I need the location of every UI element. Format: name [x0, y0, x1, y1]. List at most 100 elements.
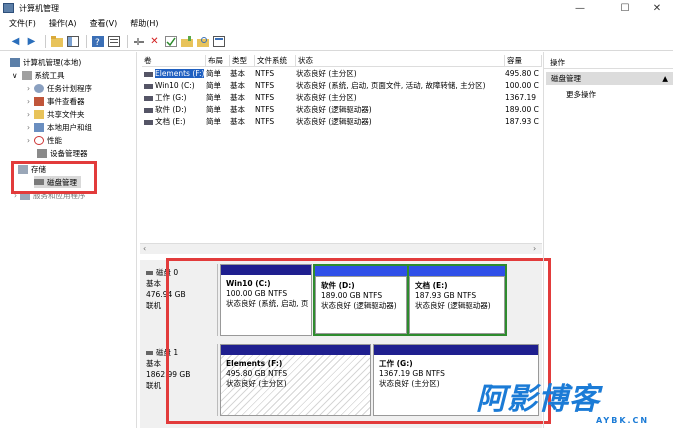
event-viewer-icon — [34, 96, 44, 106]
volume-cell-layout: 简单 — [206, 93, 221, 102]
highlight-disk-management — [11, 161, 97, 194]
collapse-up-icon[interactable]: ▲ — [662, 72, 668, 85]
volume-icon — [144, 119, 153, 125]
actions-pane: 操作 磁盘管理▲ 更多操作▶ — [543, 52, 673, 428]
volume-cell-capacity: 1367.19 — [505, 93, 537, 102]
volume-cell-name: 文档 (E:) — [144, 116, 206, 128]
toolbar: ◀ ▶ ? ✕ — [0, 33, 673, 51]
volume-cell-name: 软件 (D:) — [144, 104, 206, 116]
volume-cell-name: Win10 (C:) — [144, 80, 206, 92]
view-icon[interactable] — [212, 35, 225, 48]
volume-cell-name: Elements (F:) — [144, 68, 206, 80]
clock-icon — [34, 83, 44, 93]
volume-row[interactable]: Elements (F:) 简单 基本 NTFS 状态良好 (主分区) 495.80 C — [140, 68, 542, 80]
volume-row[interactable]: 文档 (E:) 简单 基本 NTFS 状态良好 (逻辑驱动器) 187.93 C — [140, 116, 542, 128]
volume-cell-status: 状态良好 (主分区) — [296, 93, 357, 102]
delete-icon[interactable]: ✕ — [148, 35, 161, 48]
volume-cell-layout: 简单 — [206, 69, 221, 78]
scroll-left-icon[interactable]: ‹ — [143, 244, 146, 253]
volume-cell-status: 状态良好 (逻辑驱动器) — [296, 117, 372, 126]
menu-action[interactable]: 操作(A) — [49, 18, 77, 29]
menu-view[interactable]: 查看(V) — [90, 18, 118, 29]
tree-item-shared-folders[interactable]: › 共享文件夹 — [27, 108, 85, 120]
menu-file[interactable]: 文件(F) — [9, 18, 36, 29]
back-icon[interactable]: ◀ — [9, 35, 22, 48]
tree-item-device-manager[interactable]: 设备管理器 — [37, 147, 88, 159]
volume-cell-fs: NTFS — [255, 81, 275, 90]
tree-item-performance[interactable]: › 性能 — [27, 134, 62, 146]
computer-icon — [10, 57, 20, 67]
device-manager-icon — [37, 148, 47, 158]
close-button[interactable]: ✕ — [642, 0, 672, 16]
volume-cell-layout: 简单 — [206, 81, 221, 90]
volume-row[interactable]: Win10 (C:) 简单 基本 NTFS 状态良好 (系统, 启动, 页面文件, 活动… — [140, 80, 542, 92]
volume-cell-status: 状态良好 (系统, 启动, 页面文件, 活动, 故障转储, 主分区) — [296, 81, 486, 90]
horizontal-scrollbar[interactable]: ‹ › — [140, 244, 542, 254]
column-header-type[interactable]: 类型 — [230, 55, 255, 67]
volume-cell-type: 基本 — [230, 81, 245, 90]
new-folder-icon[interactable] — [180, 35, 193, 48]
chevron-right-icon[interactable]: › — [27, 110, 30, 119]
menu-bar: 文件(F) 操作(A) 查看(V) 帮助(H) — [0, 16, 673, 31]
volume-icon — [144, 83, 153, 89]
volume-cell-capacity: 495.80 C — [505, 69, 539, 78]
volume-cell-type: 基本 — [230, 69, 245, 78]
window-title: 计算机管理 — [19, 3, 59, 13]
volume-cell-status: 状态良好 (逻辑驱动器) — [296, 105, 372, 114]
chevron-right-icon[interactable]: › — [27, 97, 30, 106]
up-folder-icon[interactable] — [50, 35, 63, 48]
volume-cell-type: 基本 — [230, 105, 245, 114]
volume-cell-name: 工作 (G:) — [144, 92, 206, 104]
column-header-filesystem[interactable]: 文件系统 — [255, 55, 296, 67]
column-header-capacity[interactable]: 容量 — [505, 55, 542, 67]
volume-cell-layout: 简单 — [206, 105, 221, 114]
tree-item-task-scheduler[interactable]: › 任务计划程序 — [27, 82, 92, 94]
forward-icon[interactable]: ▶ — [25, 35, 38, 48]
volume-cell-fs: NTFS — [255, 117, 275, 126]
users-icon — [34, 122, 44, 132]
chevron-right-icon[interactable]: › — [27, 84, 30, 93]
column-header-layout[interactable]: 布局 — [206, 55, 230, 67]
svg-text:?: ? — [95, 38, 100, 47]
column-header-status[interactable]: 状态 — [296, 55, 505, 67]
volume-row[interactable]: 软件 (D:) 简单 基本 NTFS 状态良好 (逻辑驱动器) 189.00 C — [140, 104, 542, 116]
volume-cell-status: 状态良好 (主分区) — [296, 69, 357, 78]
chevron-down-icon[interactable]: ∨ — [12, 71, 18, 80]
volume-cell-fs: NTFS — [255, 69, 275, 78]
console-tree-icon[interactable] — [66, 35, 79, 48]
action-disk-management[interactable]: 磁盘管理 ▲ — [546, 72, 673, 85]
scroll-right-icon[interactable]: › — [533, 244, 536, 253]
computer-management-icon — [3, 3, 14, 13]
tree-item-root[interactable]: 计算机管理(本地) — [10, 56, 81, 68]
volume-cell-capacity: 189.00 C — [505, 105, 539, 114]
action-more-actions[interactable]: 更多操作▶ — [566, 88, 673, 101]
connect-icon[interactable] — [132, 35, 145, 48]
tree-item-event-viewer[interactable]: › 事件查看器 — [27, 95, 85, 107]
search-folder-icon[interactable] — [196, 35, 209, 48]
chevron-right-icon[interactable]: › — [27, 123, 30, 132]
disk-icon — [146, 351, 153, 355]
column-header-volume[interactable]: 卷 — [142, 55, 206, 67]
volume-row[interactable]: 工作 (G:) 简单 基本 NTFS 状态良好 (主分区) 1367.19 — [140, 92, 542, 104]
help-icon[interactable]: ? — [91, 35, 104, 48]
maximize-button[interactable]: ☐ — [610, 0, 640, 16]
menu-help[interactable]: 帮助(H) — [130, 18, 158, 29]
volume-cell-capacity: 100.00 C — [505, 81, 539, 90]
volume-cell-capacity: 187.93 C — [505, 117, 539, 126]
properties-icon[interactable] — [107, 35, 120, 48]
watermark-subtext: AYBK.CN — [596, 416, 650, 425]
volume-cell-fs: NTFS — [255, 93, 275, 102]
volume-cell-type: 基本 — [230, 117, 245, 126]
chevron-right-icon[interactable]: › — [27, 136, 30, 145]
watermark-logo: 阿影博客 AYBK.CN — [476, 383, 672, 429]
navigation-tree: 计算机管理(本地) ∨ 系统工具 › 任务计划程序 › 事件查看器 › 共享文件夹 › 本… — [6, 52, 137, 428]
volume-icon — [144, 107, 153, 113]
volume-cell-fs: NTFS — [255, 105, 275, 114]
watermark-text: 阿影博客 — [476, 382, 600, 417]
minimize-button[interactable]: — — [565, 0, 595, 16]
volume-icon — [144, 95, 153, 101]
tree-item-local-users[interactable]: › 本地用户和组 — [27, 121, 92, 133]
tree-item-system-tools[interactable]: ∨ 系统工具 — [12, 69, 65, 81]
volume-icon — [144, 71, 153, 77]
check-icon[interactable] — [164, 35, 177, 48]
